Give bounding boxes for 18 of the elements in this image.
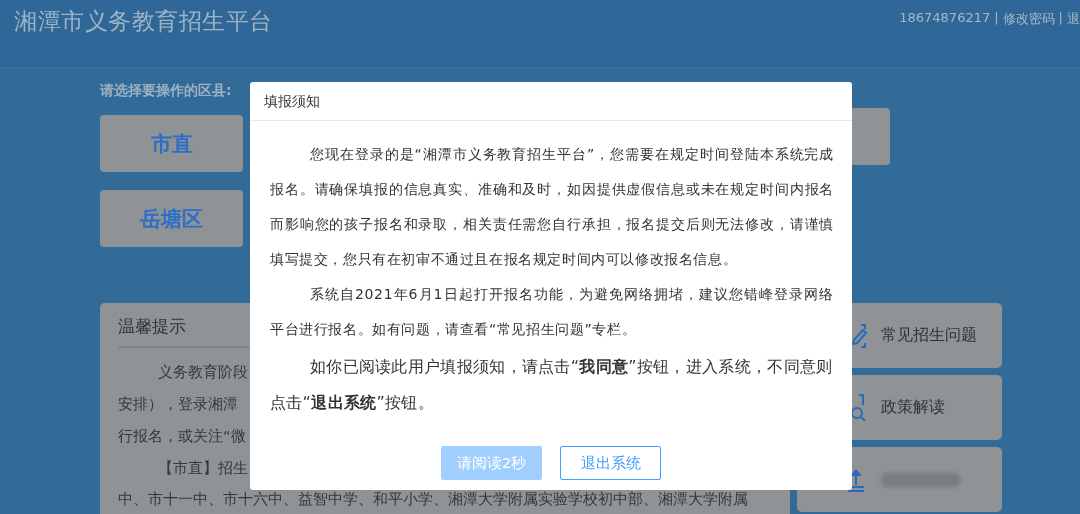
- district-button[interactable]: 岳塘区: [100, 190, 243, 247]
- separator: |: [1058, 10, 1063, 27]
- exit-button[interactable]: 退出系统: [560, 446, 661, 480]
- site-title: 湘潭市义务教育招生平台: [14, 7, 273, 36]
- tips-text: 【市直】招生: [158, 459, 248, 478]
- district-button[interactable]: [850, 108, 890, 165]
- tips-text: 中、市十一中、市十六中、益智中学、和平小学、湘潭大学附属实验学校初中部、湘潭大学附属: [118, 491, 748, 507]
- phone-number: 18674876217: [899, 10, 991, 27]
- separator: |: [994, 10, 999, 27]
- tips-text: 义务教育阶段: [158, 363, 248, 382]
- header-link[interactable]: 退: [1067, 10, 1080, 28]
- notice-paragraph: 您现在登录的是“湘潭市义务教育招生平台”，您需要在规定时间登陆本系统完成报名。请确保填报的信息真实、准确和及时，如因提供虚假信息或未在规定时间内报名而影响您的孩子报名和录取，相关责任需您自行承担，报名提交后则无法修改，请谨慎填写提交，您只有在初审不通过且在报名规定时间内可以修改报名信息。: [270, 145, 834, 269]
- dialog-title: 填报须知: [250, 82, 852, 121]
- tips-text: 安排），登录湘潭: [118, 395, 238, 414]
- district-prompt: 请选择要操作的区县:: [100, 81, 232, 100]
- district-button[interactable]: 市直: [100, 115, 243, 172]
- tips-text: 行报名，或关注“微: [118, 427, 246, 446]
- header-link[interactable]: 修改密码: [1002, 10, 1055, 28]
